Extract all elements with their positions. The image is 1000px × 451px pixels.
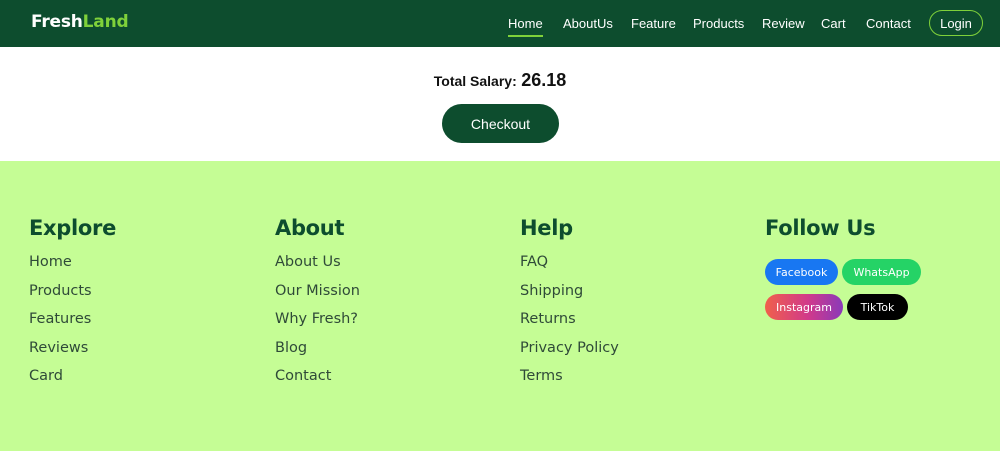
about-heading: About (275, 216, 345, 240)
explore-heading: Explore (29, 216, 117, 240)
footer-help: Help FAQ Shipping Returns Privacy Policy… (520, 216, 619, 391)
explore-link-reviews[interactable]: Reviews (29, 334, 116, 363)
footer-follow: Follow Us (765, 216, 876, 248)
checkout-button[interactable]: Checkout (442, 104, 559, 143)
nav-contact[interactable]: Contact (866, 16, 911, 31)
total-salary: Total Salary: 26.18 (0, 70, 1000, 91)
login-button[interactable]: Login (929, 10, 983, 36)
navbar: FreshLand Home AboutUs Feature Products … (0, 0, 1000, 47)
about-link-mission[interactable]: Our Mission (275, 277, 360, 306)
tiktok-button[interactable]: TikTok (847, 294, 908, 320)
about-link-contact[interactable]: Contact (275, 362, 360, 391)
explore-link-card[interactable]: Card (29, 362, 116, 391)
follow-heading: Follow Us (765, 216, 876, 240)
salary-label: Total Salary: (433, 73, 517, 89)
help-link-terms[interactable]: Terms (520, 362, 619, 391)
nav-links: Home AboutUs Feature Products Review Car… (0, 0, 1000, 47)
nav-cart[interactable]: Cart (821, 16, 846, 31)
footer: Explore Home Products Features Reviews C… (0, 161, 1000, 451)
explore-link-home[interactable]: Home (29, 248, 116, 277)
nav-review[interactable]: Review (762, 16, 805, 31)
help-link-privacy[interactable]: Privacy Policy (520, 334, 619, 363)
instagram-button[interactable]: Instagram (765, 294, 843, 320)
about-link-why-fresh[interactable]: Why Fresh? (275, 305, 360, 334)
nav-aboutus[interactable]: AboutUs (563, 16, 613, 31)
help-heading: Help (520, 216, 573, 240)
footer-explore: Explore Home Products Features Reviews C… (29, 216, 116, 391)
nav-products[interactable]: Products (693, 16, 744, 31)
help-link-shipping[interactable]: Shipping (520, 277, 619, 306)
explore-link-products[interactable]: Products (29, 277, 116, 306)
salary-value: 26.18 (521, 70, 567, 90)
help-link-faq[interactable]: FAQ (520, 248, 619, 277)
whatsapp-button[interactable]: WhatsApp (842, 259, 921, 285)
about-link-blog[interactable]: Blog (275, 334, 360, 363)
nav-home[interactable]: Home (508, 16, 543, 37)
about-link-about-us[interactable]: About Us (275, 248, 360, 277)
help-link-returns[interactable]: Returns (520, 305, 619, 334)
explore-link-features[interactable]: Features (29, 305, 116, 334)
nav-feature[interactable]: Feature (631, 16, 676, 31)
footer-about: About About Us Our Mission Why Fresh? Bl… (275, 216, 360, 391)
facebook-button[interactable]: Facebook (765, 259, 838, 285)
